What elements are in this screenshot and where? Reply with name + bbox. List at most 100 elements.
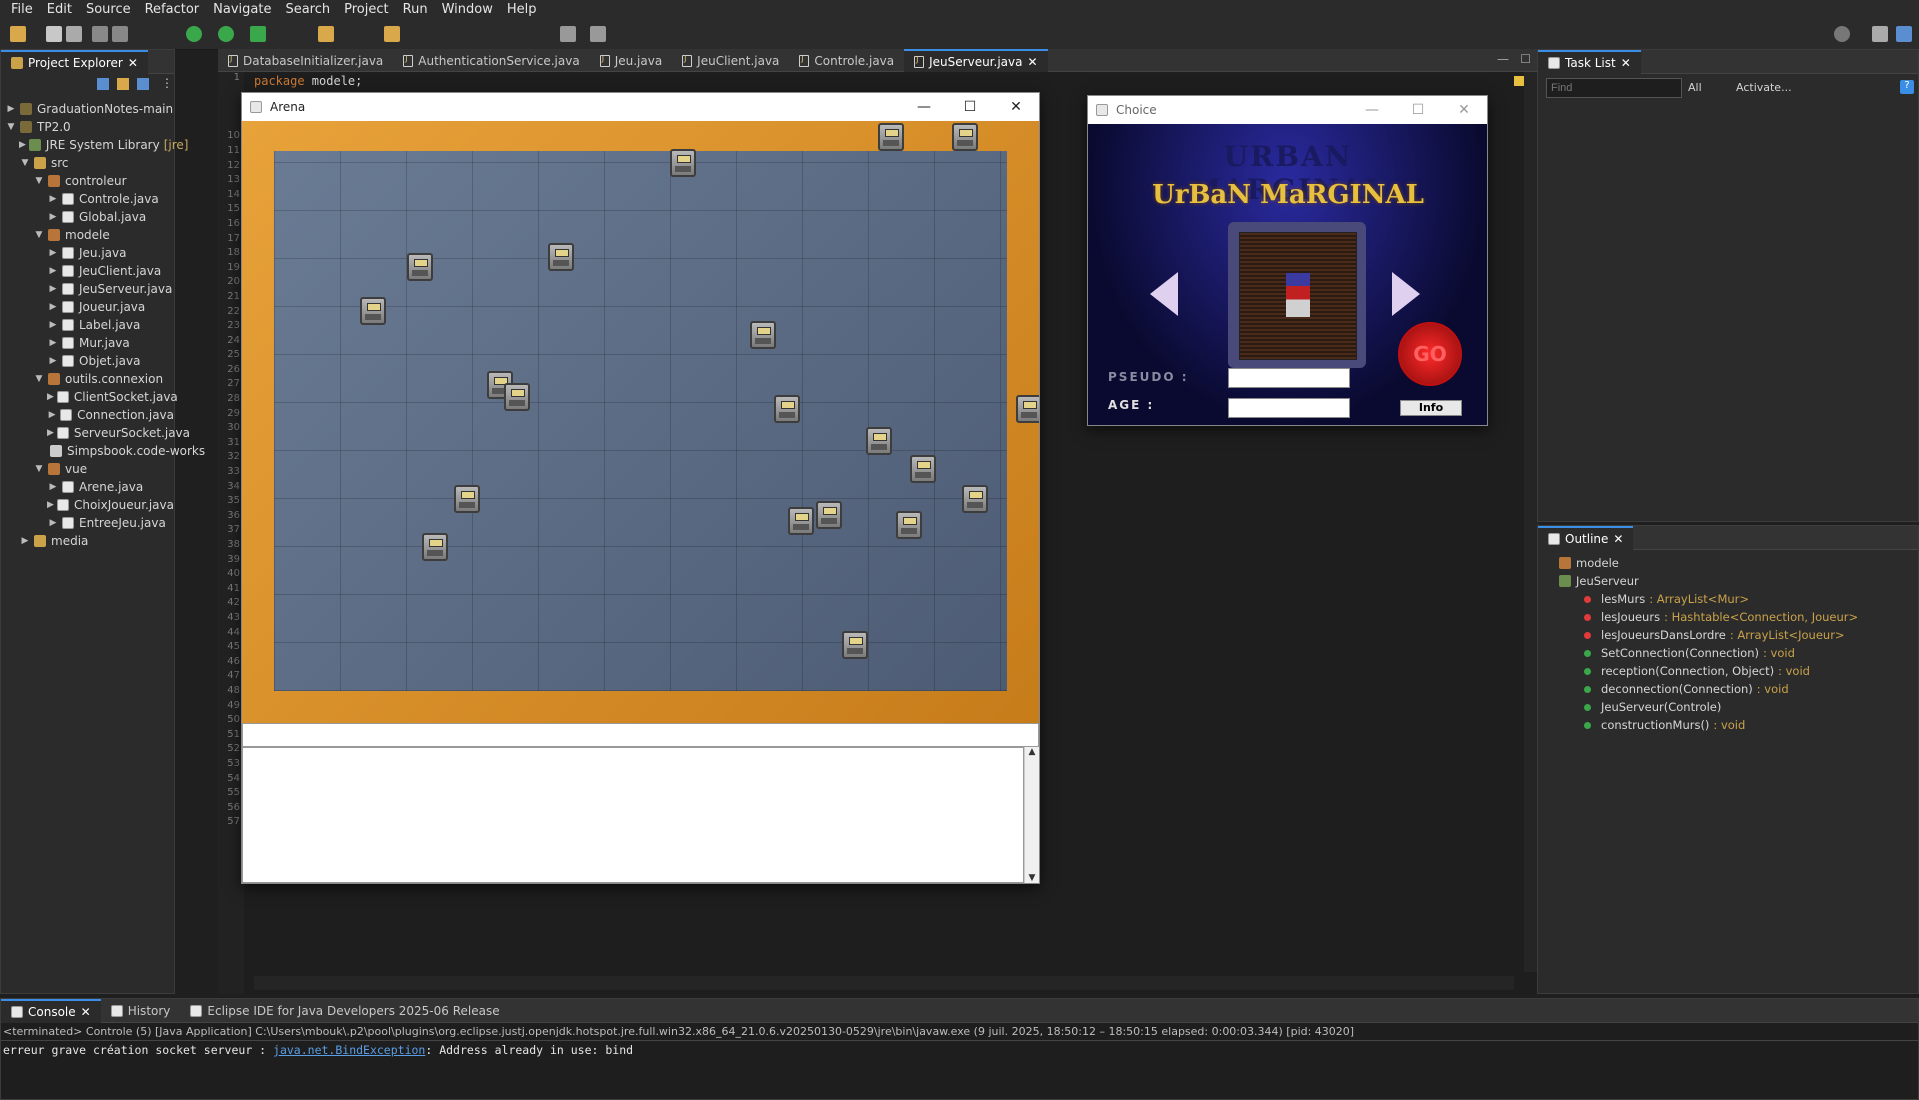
chevron-right-icon[interactable]: ▶ (47, 284, 59, 294)
choice-maximize-button[interactable]: ☐ (1395, 102, 1441, 118)
warning-marker-icon[interactable] (1514, 76, 1524, 86)
run-config-icon[interactable] (250, 26, 266, 42)
editor-tab[interactable]: DatabaseInitializer.java (218, 49, 393, 73)
arena-maximize-button[interactable]: ☐ (947, 99, 993, 115)
arena-game-canvas[interactable] (242, 121, 1039, 723)
previous-character-arrow-icon[interactable] (1150, 272, 1178, 316)
chevron-right-icon[interactable]: ▶ (47, 428, 54, 438)
tree-item[interactable]: ▼ controleur (1, 172, 174, 190)
outline-item[interactable]: lesJoueursDansLordre: ArrayList<Joueur> (1538, 626, 1918, 644)
perspective-icon[interactable] (1872, 26, 1888, 42)
menu-source[interactable]: Source (79, 2, 138, 17)
chevron-down-icon[interactable]: ▼ (19, 158, 31, 168)
collapse-all-icon[interactable] (97, 78, 109, 90)
chevron-right-icon[interactable]: ▶ (47, 266, 59, 276)
close-icon[interactable]: ✕ (81, 1005, 91, 1019)
next-character-arrow-icon[interactable] (1392, 272, 1420, 316)
chevron-down-icon[interactable]: ▼ (5, 122, 17, 132)
find-input[interactable] (1546, 78, 1682, 98)
scroll-down-icon[interactable]: ▼ (1025, 873, 1039, 883)
arena-close-button[interactable]: ✕ (993, 99, 1039, 115)
new-project-icon[interactable] (318, 26, 334, 42)
console-tab[interactable]: History (101, 999, 181, 1023)
tree-item[interactable]: Simpsbook.code-works (1, 442, 205, 460)
chevron-down-icon[interactable]: ▼ (33, 374, 45, 384)
tree-item[interactable]: ▶ ChoixJoueur.java (1, 496, 174, 514)
tree-item[interactable]: ▼ vue (1, 460, 174, 478)
chevron-right-icon[interactable]: ▶ (5, 104, 17, 114)
chevron-right-icon[interactable]: ▶ (47, 302, 59, 312)
horizontal-scrollbar[interactable] (254, 976, 1514, 990)
age-input[interactable] (1228, 398, 1350, 418)
maximize-icon[interactable]: ☐ (1520, 52, 1531, 66)
activate-link[interactable]: Activate... (1736, 81, 1792, 94)
chevron-right-icon[interactable]: ▶ (19, 140, 26, 150)
tree-item[interactable]: ▼ outils.connexion (1, 370, 174, 388)
editor-tab[interactable]: JeuClient.java (672, 49, 789, 73)
open-type-icon[interactable] (384, 26, 400, 42)
tree-item[interactable]: ▶ Jeu.java (1, 244, 174, 262)
outline-item[interactable]: lesMurs: ArrayList<Mur> (1538, 590, 1918, 608)
view-menu-icon[interactable]: ⋮ (161, 76, 173, 90)
tree-item[interactable]: ▶ Arene.java (1, 478, 174, 496)
pseudo-input[interactable] (1228, 368, 1350, 388)
tree-item[interactable]: ▶ JeuServeur.java (1, 280, 174, 298)
menu-run[interactable]: Run (396, 2, 435, 17)
tree-item[interactable]: ▶ Label.java (1, 316, 174, 334)
help-icon[interactable]: ? (1900, 80, 1914, 94)
console-tab[interactable]: Console ✕ (1, 998, 101, 1023)
menu-edit[interactable]: Edit (40, 2, 79, 17)
chevron-right-icon[interactable]: ▶ (47, 518, 59, 528)
tree-item[interactable]: ▶ ServeurSocket.java (1, 424, 190, 442)
info-button[interactable]: Info (1400, 400, 1462, 416)
java-perspective-icon[interactable] (1896, 26, 1912, 42)
menu-window[interactable]: Window (435, 2, 500, 17)
tree-item[interactable]: ▶ Controle.java (1, 190, 174, 208)
tab-task-list[interactable]: Task List ✕ (1538, 49, 1641, 74)
search-icon[interactable] (1834, 26, 1850, 42)
back-icon[interactable] (560, 26, 576, 42)
outline-item[interactable]: modele (1538, 554, 1918, 572)
chevron-right-icon[interactable]: ▶ (47, 392, 54, 402)
redo-icon[interactable] (112, 26, 128, 42)
link-editor-icon[interactable] (117, 78, 129, 90)
tree-item[interactable]: ▶ media (1, 532, 174, 550)
menu-file[interactable]: File (4, 2, 40, 17)
outline-item[interactable]: constructionMurs(): void (1538, 716, 1918, 734)
editor-tab[interactable]: Jeu.java (590, 49, 672, 73)
scroll-up-icon[interactable]: ▲ (1025, 747, 1039, 757)
filter-icon[interactable] (137, 78, 149, 90)
tree-item[interactable]: ▼ TP2.0 (1, 118, 174, 136)
chevron-right-icon[interactable]: ▶ (47, 338, 59, 348)
debug-icon[interactable] (186, 26, 202, 42)
outline-item[interactable]: JeuServeur (1538, 572, 1918, 590)
chevron-right-icon[interactable]: ▶ (47, 212, 59, 222)
run-icon[interactable] (218, 26, 234, 42)
arena-minimize-button[interactable]: — (901, 99, 947, 115)
tree-item[interactable]: ▶ Joueur.java (1, 298, 174, 316)
chevron-right-icon[interactable]: ▶ (47, 248, 59, 258)
new-icon[interactable] (10, 26, 26, 42)
save-all-icon[interactable] (66, 26, 82, 42)
outline-item[interactable]: reception(Connection, Object): void (1538, 662, 1918, 680)
choice-close-button[interactable]: ✕ (1441, 102, 1487, 118)
close-icon[interactable]: ✕ (1613, 532, 1623, 546)
choice-titlebar[interactable]: Choice — ☐ ✕ (1088, 96, 1487, 124)
tree-item[interactable]: ▶ JRE System Library [jre] (1, 136, 188, 154)
chevron-right-icon[interactable]: ▶ (47, 320, 59, 330)
menu-navigate[interactable]: Navigate (206, 2, 278, 17)
exception-link[interactable]: java.net.BindException (273, 1043, 425, 1057)
outline-item[interactable]: SetConnection(Connection): void (1538, 644, 1918, 662)
menu-refactor[interactable]: Refactor (138, 2, 207, 17)
tree-item[interactable]: ▶ Global.java (1, 208, 174, 226)
outline-item[interactable]: JeuServeur(Controle) (1538, 698, 1918, 716)
chat-history[interactable] (242, 747, 1024, 883)
chevron-right-icon[interactable]: ▶ (47, 194, 59, 204)
chevron-right-icon[interactable]: ▶ (47, 482, 59, 492)
tree-item[interactable]: ▼ src (1, 154, 174, 172)
editor-tab[interactable]: JeuServeur.java ✕ (904, 49, 1048, 73)
editor-tab[interactable]: Controle.java (789, 49, 904, 73)
chevron-right-icon[interactable]: ▶ (47, 356, 59, 366)
tree-item[interactable]: ▶ Mur.java (1, 334, 174, 352)
chat-scrollbar[interactable]: ▲ ▼ (1024, 747, 1039, 883)
